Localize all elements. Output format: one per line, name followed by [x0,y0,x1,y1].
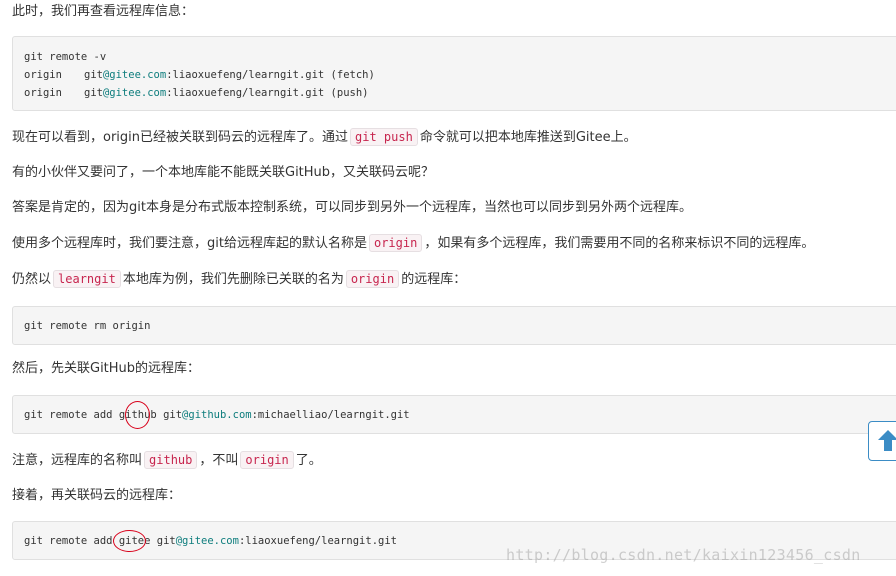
inline-code: origin [240,451,294,469]
paragraph-origin-linked: 现在可以看到，origin已经被关联到码云的远程库了。通过 git push 命令就… [12,128,637,146]
paragraph-default-name: 使用多个远程库时，我们要注意，git给远程库起的默认名称是 origin ，如果有多… [12,234,815,252]
watermark: http://blog.csdn.net/kaixin123456_csdn [506,546,861,564]
code-line: origin git@gitee.com:liaoxuefeng/learngit… [24,87,369,99]
code-line: git remote -v [24,51,107,63]
paragraph-link-github: 然后，先关联GitHub的远程库： [12,361,201,376]
inline-code: origin [345,270,400,288]
inline-code: origin [368,234,423,252]
code-block-add-github: git remote add github git@github.com:mic… [12,395,896,434]
paragraph-remote-info: 此时，我们再查看远程库信息： [12,4,195,19]
inline-code: git push [350,128,418,146]
code-line: git remote add gitee git@gitee.com:liaox… [24,535,397,547]
code-line: origin git@gitee.com:liaoxuefeng/learngit… [24,69,375,81]
paragraph-remote-name-note: 注意，远程库的名称叫 github ，不叫 origin 了。 [12,451,322,469]
code-line: git remote rm origin [24,320,151,332]
inline-code: learngit [53,270,121,288]
paragraph-question: 有的小伙伴又要问了，一个本地库能不能既关联GitHub，又关联码云呢？ [12,165,435,180]
paragraph-delete-origin: 仍然以 learngit 本地库为例，我们先删除已关联的名为 origin 的远程库： [12,270,467,288]
scroll-to-top-button[interactable] [868,421,896,461]
code-line: git remote add github git@github.com:mic… [24,409,410,421]
paragraph-answer: 答案是肯定的，因为git本身是分布式版本控制系统，可以同步到另外一个远程库，当然… [12,200,692,215]
code-block-remote-rm: git remote rm origin [12,306,896,345]
paragraph-link-gitee: 接着，再关联码云的远程库： [12,488,182,503]
code-block-remote-v: git remote -v origin git@gitee.com:liaoxu… [12,36,896,111]
arrow-up-icon [878,430,896,451]
inline-code: github [144,451,198,469]
